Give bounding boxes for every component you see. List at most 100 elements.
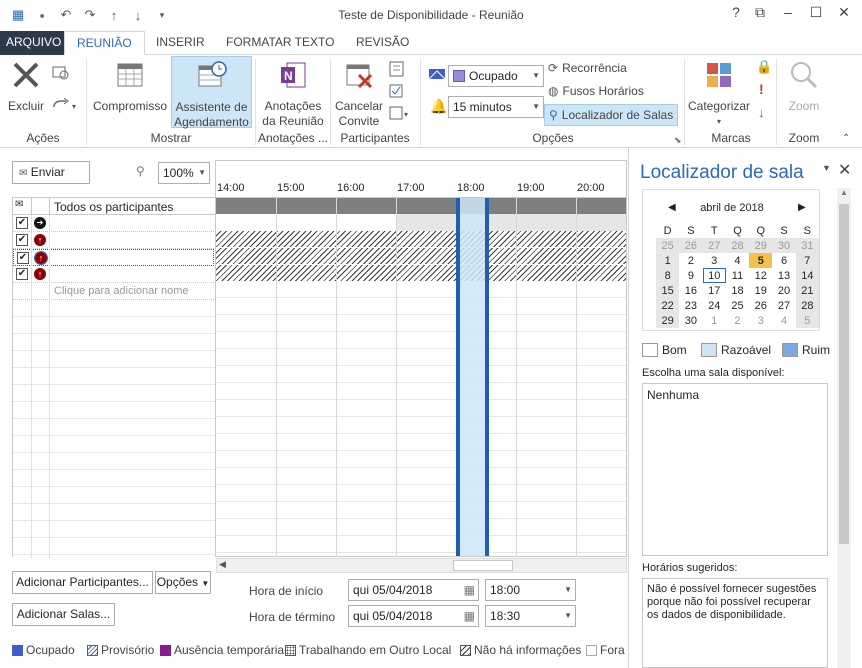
calendar-day[interactable]: 16 [679, 283, 702, 298]
calendar-day[interactable]: 25 [656, 238, 680, 253]
forward-reply-icon[interactable]: ▾ [52, 97, 80, 113]
calendar-day[interactable]: 2 [726, 313, 749, 328]
calendar-day[interactable]: 4 [772, 313, 795, 328]
options-launcher-icon[interactable]: ⬊ [674, 135, 682, 146]
calendar-day[interactable]: 18 [726, 283, 749, 298]
tab-arquivo[interactable]: ARQUIVO [0, 31, 68, 55]
panel-menu-icon[interactable]: ▼ [822, 163, 831, 173]
calendar-day[interactable]: 5 [795, 313, 819, 328]
ignore-icon[interactable] [52, 65, 70, 81]
calendar-picker-icon[interactable]: ▦ [464, 606, 475, 626]
attendee-row[interactable]: ✔ ↑ [13, 232, 216, 249]
calendar-day[interactable]: 24 [703, 298, 726, 313]
calendar-day[interactable]: 28 [725, 238, 750, 253]
attendee-checkbox[interactable]: ✔ [16, 268, 28, 280]
calendar-day[interactable]: 7 [795, 253, 819, 268]
next-month-icon[interactable]: ▶ [798, 202, 806, 213]
compromisso-button[interactable]: Compromisso [90, 59, 170, 114]
calendar-day[interactable]: 1 [703, 313, 726, 328]
tab-formatar-texto[interactable]: FORMATAR TEXTO [214, 31, 346, 55]
calendar-day[interactable]: 1 [656, 253, 680, 268]
private-lock-icon[interactable]: 🔒 [756, 59, 772, 75]
required-attendee-icon[interactable]: ↑ [34, 251, 48, 265]
calendar-day[interactable]: 30 [679, 313, 702, 328]
attendee-row[interactable]: ✔ ↑ [13, 266, 216, 283]
calendar-day[interactable]: 13 [772, 268, 795, 283]
attendee-checkbox[interactable]: ✔ [16, 234, 28, 246]
panel-scroll-thumb[interactable] [839, 204, 849, 544]
zoom-button[interactable]: Zoom [782, 59, 826, 114]
excluir-button[interactable]: Excluir [4, 59, 48, 114]
calendar-day[interactable]: 6 [772, 253, 795, 268]
required-attendee-icon[interactable]: ↑ [34, 268, 46, 280]
attendee-row[interactable]: ✔ ↑ [13, 249, 214, 266]
end-date-field[interactable]: qui 05/04/2018 ▦ [348, 605, 479, 627]
calendar-day[interactable]: 4 [726, 253, 749, 268]
calendar-day[interactable]: 9 [679, 268, 702, 283]
ribbon-display-icon[interactable]: ⧉ [748, 4, 772, 26]
calendar-day[interactable]: 19 [749, 283, 772, 298]
maximize-button[interactable]: ☐ [804, 4, 828, 26]
add-name-hint[interactable]: Clique para adicionar nome [54, 285, 189, 297]
meeting-time-selection[interactable] [456, 198, 489, 556]
calendar-day[interactable]: 26 [749, 298, 772, 313]
calendar-day[interactable]: 26 [679, 238, 703, 253]
address-book-icon[interactable] [388, 61, 406, 77]
selected-calendar-day[interactable]: 5 [749, 253, 773, 268]
calendar-day[interactable]: 27 [772, 298, 795, 313]
attendee-row[interactable]: ✔ ➔ [13, 215, 216, 232]
show-as-select[interactable]: Ocupado ▼ [448, 65, 544, 87]
options-button[interactable]: Opções ▼ [155, 571, 211, 594]
collapse-ribbon-icon[interactable]: ⌃ [842, 133, 850, 144]
calendar-day[interactable]: 3 [749, 313, 772, 328]
end-time-field[interactable]: 18:30 ▼ [485, 605, 576, 627]
enviar-button[interactable]: ✉ Enviar [12, 161, 90, 184]
tab-inserir[interactable]: INSERIR [144, 31, 217, 55]
calendar-day[interactable]: 22 [656, 298, 680, 313]
add-rooms-button[interactable]: Adicionar Salas... [12, 603, 115, 626]
required-attendee-icon[interactable]: ↑ [34, 234, 46, 246]
room-list[interactable]: Nenhuma [642, 383, 828, 556]
calendar-day[interactable]: 21 [795, 283, 819, 298]
recorrencia-button[interactable]: ⟳ Recorrência [548, 61, 627, 75]
suggested-times-list[interactable]: Não é possível fornecer sugestões porque… [642, 578, 828, 668]
grid-scrollbar[interactable]: ◀ [216, 558, 627, 573]
tab-revisao[interactable]: REVISÃO [344, 31, 421, 55]
start-time-field[interactable]: 18:00 ▼ [485, 579, 576, 601]
attendee-checkbox[interactable]: ✔ [16, 217, 28, 229]
scroll-up-icon[interactable]: ▲ [840, 188, 848, 197]
response-options-icon[interactable]: ▾ [388, 105, 412, 121]
scroll-left-icon[interactable]: ◀ [219, 559, 226, 570]
add-attendees-button[interactable]: Adicionar Participantes... [12, 571, 153, 594]
close-button[interactable]: ✕ [832, 4, 856, 26]
calendar-day[interactable]: 25 [726, 298, 749, 313]
anotacoes-reuniao-button[interactable]: N Anotações da Reunião [260, 59, 326, 129]
check-names-icon[interactable] [388, 83, 406, 99]
calendar-day[interactable]: 23 [679, 298, 702, 313]
scroll-thumb[interactable] [453, 560, 513, 571]
panel-scrollbar[interactable]: ▲ [837, 188, 851, 668]
calendar-day[interactable]: 17 [703, 283, 726, 298]
calendar-day[interactable]: 30 [772, 238, 796, 253]
room-list-value[interactable]: Nenhuma [647, 388, 699, 402]
calendar-day[interactable]: 3 [703, 253, 726, 268]
calendar-day[interactable]: 8 [656, 268, 680, 283]
add-name-row[interactable]: Clique para adicionar nome [13, 283, 216, 300]
calendar-day[interactable]: 28 [795, 298, 819, 313]
tab-reuniao[interactable]: REUNIÃO [64, 31, 145, 55]
help-icon[interactable]: ? [724, 4, 748, 26]
cancelar-convite-button[interactable]: Cancelar Convite [334, 59, 384, 129]
calendar-day[interactable]: 27 [702, 238, 726, 253]
calendar-day[interactable]: 11 [726, 268, 749, 283]
high-importance-icon[interactable]: ! [759, 81, 764, 97]
localizador-salas-button[interactable]: ⚲ Localizador de Salas [544, 104, 679, 126]
reminder-select[interactable]: 15 minutos ▼ [448, 96, 544, 118]
fusos-horarios-button[interactable]: ◍ Fusos Horários [548, 84, 644, 98]
calendar-day[interactable]: 29 [749, 238, 773, 253]
low-importance-icon[interactable]: ↓ [758, 105, 765, 120]
today-calendar-day[interactable]: 10 [702, 268, 726, 283]
calendar-day[interactable]: 29 [656, 313, 680, 328]
calendar-day[interactable]: 12 [749, 268, 772, 283]
calendar-picker-icon[interactable]: ▦ [464, 580, 475, 600]
calendar-day[interactable]: 14 [795, 268, 819, 283]
